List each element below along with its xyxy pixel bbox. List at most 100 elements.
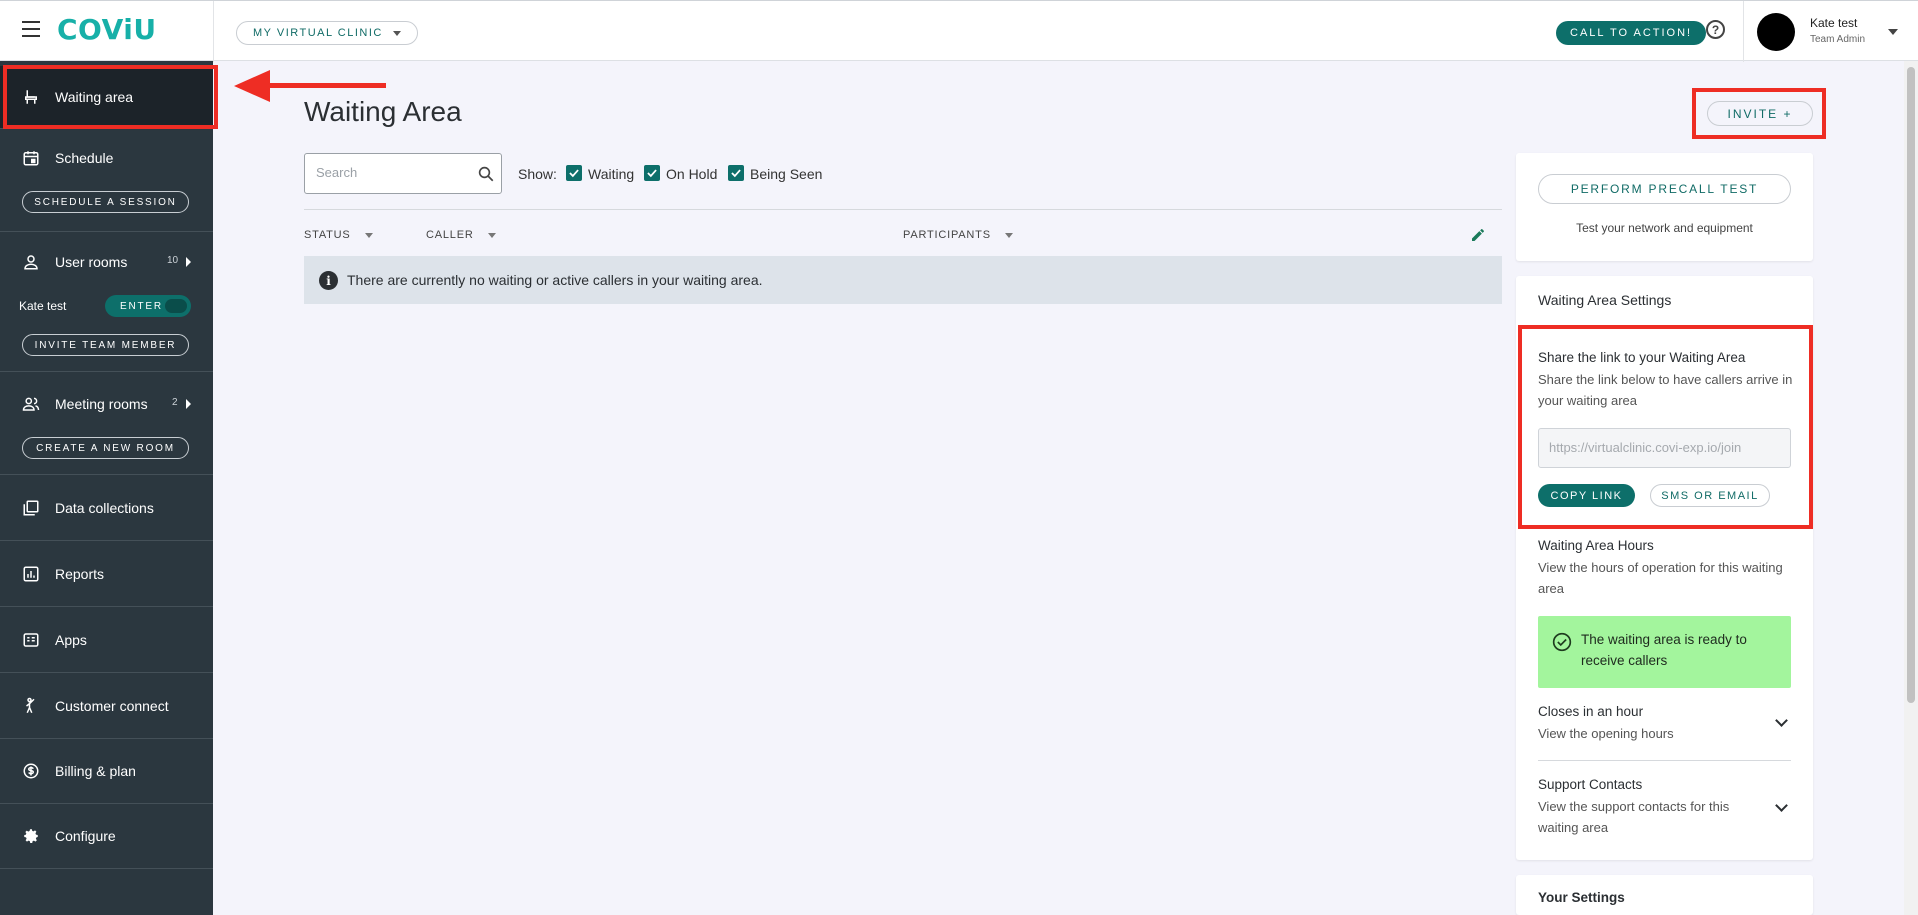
divider xyxy=(1743,1,1744,62)
column-header-status[interactable]: STATUS xyxy=(304,229,373,241)
sidebar-item-customer-connect[interactable]: Customer connect xyxy=(0,691,213,721)
sidebar-item-reports[interactable]: Reports xyxy=(0,559,213,589)
column-header-participants[interactable]: PARTICIPANTS xyxy=(903,229,1013,241)
divider xyxy=(0,606,213,607)
highlight-box-waiting-area xyxy=(3,65,218,129)
sidebar-item-apps[interactable]: Apps xyxy=(0,625,213,655)
check-icon xyxy=(731,169,741,178)
checkbox-on-hold[interactable] xyxy=(644,165,660,181)
sidebar-item-user-rooms[interactable]: User rooms xyxy=(0,247,213,277)
show-filter-label: Show: xyxy=(518,166,557,182)
support-title: Support Contacts xyxy=(1538,777,1643,792)
sidebar: Waiting area Schedule SCHEDULE A SESSION… xyxy=(0,61,213,915)
empty-state-message: There are currently no waiting or active… xyxy=(347,272,763,288)
filter-label-being-seen: Being Seen xyxy=(750,166,823,182)
help-icon[interactable]: ? xyxy=(1706,20,1725,39)
hamburger-menu-icon[interactable] xyxy=(22,21,42,37)
enter-room-toggle[interactable]: ENTER xyxy=(105,295,191,317)
divider xyxy=(0,868,213,869)
search-box xyxy=(304,153,502,194)
pencil-edit-icon[interactable] xyxy=(1470,227,1486,243)
sidebar-item-meeting-rooms[interactable]: Meeting rooms xyxy=(0,389,213,419)
user-rooms-count: 10 xyxy=(167,255,179,266)
divider xyxy=(0,672,213,673)
divider xyxy=(0,371,213,372)
sort-caret-icon xyxy=(364,232,373,238)
sidebar-item-label: Customer connect xyxy=(55,698,169,714)
invite-team-member-button[interactable]: INVITE TEAM MEMBER xyxy=(22,334,189,356)
highlight-box-share-link xyxy=(1518,325,1813,529)
chevron-down-icon[interactable] xyxy=(1775,799,1788,812)
enter-label: ENTER xyxy=(120,300,163,312)
column-header-label: CALLER xyxy=(426,229,474,241)
sidebar-item-label: Schedule xyxy=(55,150,114,166)
schedule-session-button[interactable]: SCHEDULE A SESSION xyxy=(22,191,189,213)
sort-caret-icon xyxy=(1004,232,1013,238)
divider xyxy=(0,738,213,739)
annotation-arrow-shaft xyxy=(264,83,386,88)
toggle-knob xyxy=(165,299,187,313)
coviu-logo[interactable]: COViU xyxy=(57,13,157,46)
call-to-action-button[interactable]: CALL TO ACTION! xyxy=(1556,21,1707,45)
sidebar-item-configure[interactable]: Configure xyxy=(0,821,213,851)
ready-status-banner: The waiting area is ready to receive cal… xyxy=(1538,616,1791,688)
expand-arrow-icon[interactable] xyxy=(186,257,191,267)
check-icon xyxy=(569,169,579,178)
settings-title: Waiting Area Settings xyxy=(1538,292,1672,308)
scrollbar-thumb[interactable] xyxy=(1907,67,1915,703)
search-input[interactable] xyxy=(316,165,466,180)
hours-text: View the hours of operation for this wai… xyxy=(1538,560,1783,596)
sidebar-item-label: Billing & plan xyxy=(55,763,136,779)
ready-status-text: The waiting area is ready to receive cal… xyxy=(1581,632,1747,668)
checkbox-waiting[interactable] xyxy=(566,165,582,181)
create-new-room-button[interactable]: CREATE A NEW ROOM xyxy=(22,437,189,459)
divider xyxy=(0,474,213,475)
clinic-selector-label: MY VIRTUAL CLINIC xyxy=(253,27,383,39)
divider xyxy=(0,231,213,232)
search-icon[interactable] xyxy=(477,165,495,183)
info-icon: i xyxy=(319,271,338,290)
user-role: Team Admin xyxy=(1810,34,1866,45)
sidebar-item-billing[interactable]: Billing & plan xyxy=(0,756,213,786)
expand-arrow-icon[interactable] xyxy=(186,399,191,409)
empty-state-banner: i There are currently no waiting or acti… xyxy=(304,256,1502,304)
top-bar: COViU MY VIRTUAL CLINIC CALL TO ACTION! … xyxy=(0,0,1918,62)
hours-title: Waiting Area Hours xyxy=(1538,538,1654,553)
divider xyxy=(1538,760,1791,761)
sidebar-item-label: Configure xyxy=(55,828,116,844)
avatar[interactable] xyxy=(1757,13,1795,51)
divider xyxy=(213,1,214,62)
your-settings-title: Your Settings xyxy=(1538,890,1625,905)
your-settings-card: Your Settings xyxy=(1516,875,1813,915)
group-icon xyxy=(22,397,40,411)
column-header-label: PARTICIPANTS xyxy=(903,229,991,241)
collections-icon xyxy=(23,500,39,516)
divider xyxy=(0,803,213,804)
precall-test-button[interactable]: PERFORM PRECALL TEST xyxy=(1538,174,1791,204)
column-header-caller[interactable]: CALLER xyxy=(426,229,496,241)
sort-caret-icon xyxy=(487,232,496,238)
filter-label-on-hold: On Hold xyxy=(666,166,718,182)
filter-label-waiting: Waiting xyxy=(588,166,635,182)
check-circle-icon xyxy=(1552,632,1572,652)
sidebar-item-label: Data collections xyxy=(55,500,154,516)
caret-down-icon xyxy=(392,30,401,36)
annotation-arrow-head xyxy=(234,70,270,102)
checkbox-being-seen[interactable] xyxy=(728,165,744,181)
divider xyxy=(304,209,1502,210)
precall-subtitle: Test your network and equipment xyxy=(1576,221,1753,235)
user-menu-caret-icon[interactable] xyxy=(1888,29,1898,35)
meeting-rooms-count: 2 xyxy=(172,397,178,408)
gear-icon xyxy=(24,829,38,843)
sidebar-item-data-collections[interactable]: Data collections xyxy=(0,493,213,523)
sidebar-item-label: Reports xyxy=(55,566,105,582)
page-scrollbar[interactable] xyxy=(1904,61,1918,915)
clinic-selector[interactable]: MY VIRTUAL CLINIC xyxy=(236,21,418,45)
user-room-owner: Kate test xyxy=(19,299,67,313)
bar-chart-icon xyxy=(23,566,39,582)
highlight-box-invite xyxy=(1692,88,1826,139)
closes-text: View the opening hours xyxy=(1538,726,1674,741)
check-icon xyxy=(647,169,657,178)
sidebar-item-schedule[interactable]: Schedule xyxy=(0,143,213,173)
dollar-icon xyxy=(23,763,39,779)
